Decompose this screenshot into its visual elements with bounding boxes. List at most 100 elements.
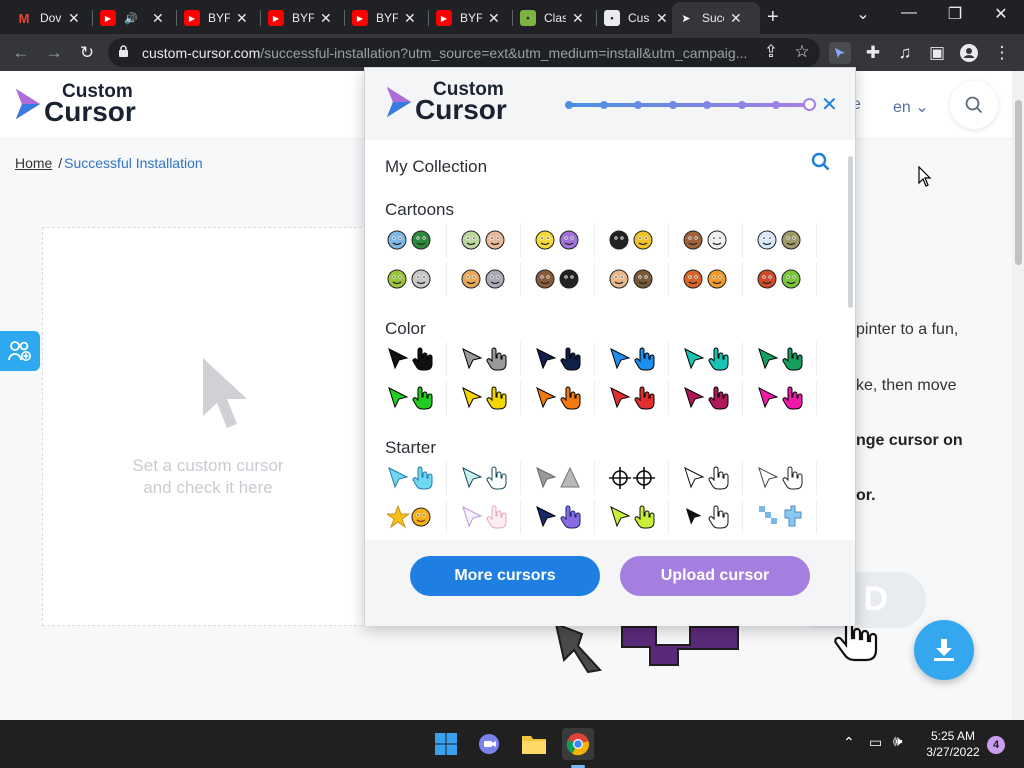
cursor-thumbnail[interactable] — [743, 500, 817, 534]
browser-tab[interactable]: ▶ 🔊 ✕ — [94, 2, 174, 34]
side-panel-icon[interactable]: ▣ — [926, 42, 948, 64]
notification-badge[interactable]: 4 — [987, 736, 1005, 754]
size-slider-step[interactable] — [634, 101, 642, 109]
tab-close-icon[interactable]: ✕ — [656, 10, 668, 27]
breadcrumb-home-link[interactable]: Home — [15, 155, 52, 171]
cursor-thumbnail[interactable] — [373, 461, 447, 495]
tab-close-icon[interactable]: ✕ — [730, 10, 742, 27]
cursor-thumbnail[interactable] — [743, 381, 817, 415]
cursor-thumbnail[interactable] — [743, 461, 817, 495]
cursor-thumbnail[interactable] — [521, 500, 595, 534]
tab-close-icon[interactable]: ✕ — [320, 10, 332, 27]
size-slider[interactable] — [565, 98, 816, 111]
cursor-thumbnail[interactable] — [669, 500, 743, 534]
close-window-button[interactable]: ✕ — [989, 4, 1013, 24]
bookmark-star-icon[interactable]: ☆ — [791, 41, 813, 63]
cursor-thumbnail[interactable] — [373, 262, 447, 296]
cursor-thumbnail[interactable] — [669, 223, 743, 257]
cursor-thumbnail[interactable] — [521, 461, 595, 495]
size-slider-step[interactable] — [737, 101, 746, 109]
size-slider-step[interactable] — [668, 101, 677, 109]
size-slider-step[interactable] — [703, 101, 711, 109]
cursor-thumbnail[interactable] — [447, 262, 521, 296]
more-cursors-button[interactable]: More cursors — [410, 556, 600, 596]
start-button[interactable] — [430, 728, 462, 760]
clock[interactable]: 5:25 AM 3/27/2022 — [924, 729, 982, 759]
volume-icon[interactable]: 🕪 — [893, 733, 902, 750]
minimize-button[interactable]: — — [897, 4, 921, 22]
cursor-thumbnail[interactable] — [669, 342, 743, 376]
close-icon[interactable]: ✕ — [821, 92, 838, 117]
cursor-thumbnail[interactable] — [595, 500, 669, 534]
cursor-thumbnail[interactable] — [447, 342, 521, 376]
size-slider-step[interactable] — [565, 101, 573, 109]
cursor-thumbnail[interactable] — [447, 500, 521, 534]
teams-chat-button[interactable] — [474, 728, 506, 760]
cursor-thumbnail[interactable] — [743, 262, 817, 296]
popup-scrollbar[interactable] — [848, 156, 853, 308]
cursor-thumbnail[interactable] — [373, 223, 447, 257]
size-slider-handle[interactable] — [803, 98, 816, 111]
cursor-thumbnail[interactable] — [447, 223, 521, 257]
browser-tab[interactable]: • Cus ✕ — [598, 2, 678, 34]
cursor-thumbnail[interactable] — [595, 342, 669, 376]
cursor-test-area[interactable]: Set a custom cursor and check it here — [42, 227, 372, 626]
cursor-thumbnail[interactable] — [447, 461, 521, 495]
menu-kebab-icon[interactable]: ⋮ — [991, 42, 1013, 64]
tab-close-icon[interactable]: ✕ — [236, 10, 248, 27]
browser-tab[interactable]: ▶ BYF ✕ — [346, 2, 426, 34]
tab-close-icon[interactable]: ✕ — [488, 10, 500, 27]
cursor-thumbnail[interactable] — [743, 223, 817, 257]
cursor-thumbnail[interactable] — [447, 381, 521, 415]
cursor-thumbnail[interactable] — [595, 262, 669, 296]
extensions-puzzle-icon[interactable]: ✚ — [862, 42, 884, 64]
tab-close-icon[interactable]: ✕ — [572, 10, 584, 27]
browser-tab[interactable]: M Dov ✕ — [10, 2, 90, 34]
cursor-thumbnail[interactable] — [595, 223, 669, 257]
tab-close-icon[interactable]: ✕ — [68, 10, 80, 27]
file-explorer-button[interactable] — [518, 728, 550, 760]
address-bar[interactable]: custom-cursor.com/successful-installatio… — [108, 38, 820, 67]
tab-search-icon[interactable]: ⌄ — [851, 4, 875, 24]
share-icon[interactable]: ⇪ — [760, 41, 782, 63]
collection-search-icon[interactable] — [811, 152, 831, 172]
forward-icon[interactable]: → — [43, 42, 65, 64]
cursor-thumbnail[interactable] — [595, 461, 669, 495]
browser-tab[interactable]: • Clas ✕ — [514, 2, 594, 34]
cursor-thumbnail[interactable] — [521, 223, 595, 257]
cursor-thumbnail[interactable] — [669, 461, 743, 495]
site-search-button[interactable] — [950, 81, 998, 129]
size-slider-step[interactable] — [599, 101, 608, 109]
reload-icon[interactable]: ↻ — [76, 42, 98, 64]
browser-tab[interactable]: ▶ BYF ✕ — [262, 2, 342, 34]
tab-close-icon[interactable]: ✕ — [404, 10, 416, 27]
back-icon[interactable]: ← — [10, 42, 32, 64]
restore-button[interactable]: ❐ — [943, 4, 967, 24]
cursor-thumbnail[interactable] — [521, 262, 595, 296]
media-control-icon[interactable]: ♫ — [894, 42, 916, 64]
profile-icon[interactable] — [958, 42, 980, 64]
cursor-thumbnail[interactable] — [669, 381, 743, 415]
collections-side-button[interactable] — [0, 331, 40, 371]
cursor-thumbnail[interactable] — [373, 342, 447, 376]
browser-tab[interactable]: ▶ BYF ✕ — [430, 2, 510, 34]
new-tab-button[interactable]: + — [767, 6, 779, 29]
cursor-thumbnail[interactable] — [595, 381, 669, 415]
tab-close-icon[interactable]: ✕ — [152, 10, 164, 27]
language-selector[interactable]: en ⌄ — [893, 97, 929, 117]
upload-cursor-button[interactable]: Upload cursor — [620, 556, 810, 596]
site-logo[interactable]: Custom Cursor — [14, 82, 136, 126]
cursor-thumbnail[interactable] — [669, 262, 743, 296]
page-scrollbar-thumb[interactable] — [1015, 100, 1022, 265]
chrome-taskbar-button[interactable] — [562, 728, 594, 760]
download-fab[interactable] — [914, 620, 974, 680]
cursor-thumbnail[interactable] — [373, 381, 447, 415]
cursor-thumbnail[interactable] — [521, 342, 595, 376]
show-hidden-icons-chevron[interactable]: ⌃ — [843, 734, 855, 751]
cursor-thumbnail[interactable] — [373, 500, 447, 534]
cursor-thumbnail[interactable] — [743, 342, 817, 376]
browser-tab[interactable]: ▶ BYF ✕ — [178, 2, 258, 34]
browser-tab[interactable]: ➤ Succ ✕ — [672, 2, 760, 34]
cursor-thumbnail[interactable] — [521, 381, 595, 415]
custom-cursor-extension-icon[interactable] — [829, 42, 851, 64]
